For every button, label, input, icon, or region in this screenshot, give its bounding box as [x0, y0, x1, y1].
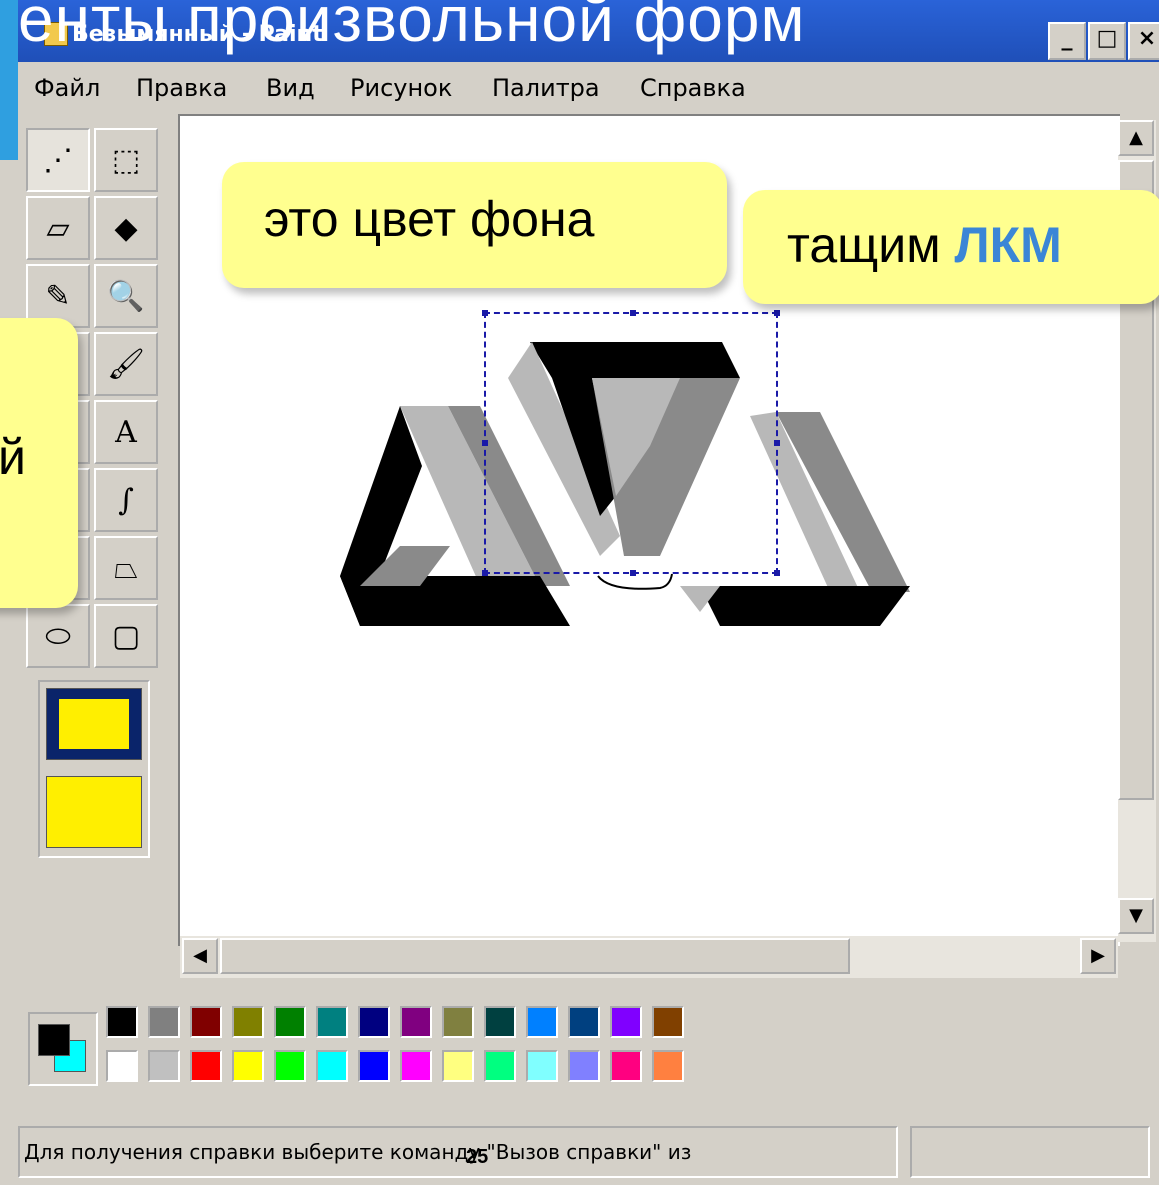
polygon-icon: ⏢: [114, 550, 138, 586]
callout-drag: тащим ЛКМ: [743, 190, 1159, 304]
slide-number: 25: [466, 1146, 489, 1168]
callout-drag-key: ЛКМ: [954, 217, 1062, 273]
free-select-icon: ⋰: [43, 142, 73, 178]
resize-handle-br[interactable]: [774, 570, 780, 576]
ellipse-icon: ⬭: [45, 618, 71, 654]
rounded-rect-tool[interactable]: ▢: [94, 604, 158, 668]
palette-swatch[interactable]: [316, 1050, 348, 1082]
palette-swatch[interactable]: [106, 1006, 138, 1038]
fill-tool[interactable]: ◆: [94, 196, 158, 260]
horizontal-scrollbar[interactable]: ◀ ▶: [180, 936, 1118, 978]
ellipse-tool[interactable]: ⬭: [26, 604, 90, 668]
status-text: Для получения справки выберите команду "…: [24, 1140, 692, 1164]
palette-swatch[interactable]: [358, 1006, 390, 1038]
menu-view[interactable]: Вид: [266, 74, 315, 102]
opaque-selection-option[interactable]: [46, 688, 142, 760]
palette-swatch[interactable]: [232, 1050, 264, 1082]
scroll-left-arrow-icon[interactable]: ◀: [182, 938, 218, 974]
palette-swatch[interactable]: [232, 1006, 264, 1038]
palette-swatch[interactable]: [484, 1006, 516, 1038]
callout-drag-prefix: тащим: [787, 217, 955, 273]
menu-palette[interactable]: Палитра: [492, 74, 600, 102]
status-bar: Для получения справки выберите команду "…: [18, 1116, 1159, 1185]
menu-bar: Файл Правка Вид Рисунок Палитра Справка: [18, 62, 1159, 114]
slide-title-fragment: енты произвольной форм: [18, 0, 806, 55]
magnifier-tool[interactable]: 🔍: [94, 264, 158, 328]
palette-swatch[interactable]: [190, 1006, 222, 1038]
palette-swatches: [106, 1006, 706, 1090]
palette-swatch[interactable]: [190, 1050, 222, 1082]
palette-swatch[interactable]: [274, 1006, 306, 1038]
palette-swatch[interactable]: [274, 1050, 306, 1082]
callout-left: й: [0, 318, 78, 608]
palette-swatch[interactable]: [526, 1006, 558, 1038]
curve-icon: ∫: [118, 482, 134, 518]
palette-swatch[interactable]: [610, 1050, 642, 1082]
maximize-button[interactable]: □: [1088, 22, 1126, 60]
scroll-up-arrow-icon[interactable]: ▲: [1118, 120, 1154, 156]
resize-handle-l[interactable]: [482, 440, 488, 446]
menu-help[interactable]: Справка: [640, 74, 746, 102]
transparency-options: [38, 680, 150, 858]
palette-swatch[interactable]: [148, 1006, 180, 1038]
status-cell-coords: [910, 1126, 1150, 1178]
menu-file[interactable]: Файл: [34, 74, 100, 102]
slide-edge-strip: [0, 0, 18, 160]
scroll-right-arrow-icon[interactable]: ▶: [1080, 938, 1116, 974]
minimize-button[interactable]: _: [1048, 22, 1086, 60]
curve-tool[interactable]: ∫: [94, 468, 158, 532]
eraser-tool[interactable]: ▱: [26, 196, 90, 260]
resize-handle-r[interactable]: [774, 440, 780, 446]
transparent-selection-option[interactable]: [46, 776, 142, 848]
palette-swatch[interactable]: [652, 1050, 684, 1082]
fill-icon: ◆: [114, 210, 138, 246]
palette-swatch[interactable]: [442, 1050, 474, 1082]
palette-swatch[interactable]: [568, 1050, 600, 1082]
eraser-icon: ▱: [46, 210, 70, 246]
palette-swatch[interactable]: [106, 1050, 138, 1082]
foreground-color-swatch: [38, 1024, 70, 1056]
menu-image[interactable]: Рисунок: [350, 74, 452, 102]
free-select-tool[interactable]: ⋰: [26, 128, 90, 192]
palette-swatch[interactable]: [358, 1050, 390, 1082]
annotation-brace: [597, 573, 673, 590]
palette-swatch[interactable]: [484, 1050, 516, 1082]
horizontal-scroll-thumb[interactable]: [220, 938, 850, 974]
resize-handle-tr[interactable]: [774, 310, 780, 316]
polygon-tool[interactable]: ⏢: [94, 536, 158, 600]
palette-swatch[interactable]: [316, 1006, 348, 1038]
palette-swatch[interactable]: [148, 1050, 180, 1082]
current-colors: [28, 1012, 98, 1086]
resize-handle-bl[interactable]: [482, 570, 488, 576]
palette-swatch[interactable]: [652, 1006, 684, 1038]
magnifier-icon: 🔍: [107, 278, 145, 314]
title-bar: Безымянный - Paint енты произвольной фор…: [18, 0, 1159, 62]
resize-handle-tl[interactable]: [482, 310, 488, 316]
rounded-rect-icon: ▢: [111, 618, 141, 654]
text-tool[interactable]: A: [94, 400, 158, 464]
palette-swatch[interactable]: [400, 1006, 432, 1038]
callout-background-text: это цвет фона: [264, 191, 595, 247]
palette-swatch[interactable]: [442, 1006, 474, 1038]
brush-tool[interactable]: 🖌: [94, 332, 158, 396]
brush-icon: 🖌: [106, 346, 146, 382]
selection-rectangle[interactable]: [482, 310, 780, 576]
resize-handle-b[interactable]: [630, 570, 636, 576]
menu-edit[interactable]: Правка: [136, 74, 227, 102]
callout-left-text: й: [0, 429, 26, 485]
eyedropper-icon: ✎: [45, 278, 71, 314]
close-button[interactable]: ×: [1128, 22, 1159, 60]
rect-select-tool[interactable]: ⬚: [94, 128, 158, 192]
palette-swatch[interactable]: [610, 1006, 642, 1038]
palette-swatch[interactable]: [568, 1006, 600, 1038]
resize-handle-t[interactable]: [630, 310, 636, 316]
palette-swatch[interactable]: [400, 1050, 432, 1082]
callout-background-color: это цвет фона: [222, 162, 727, 288]
callout-drag-text: тащим ЛКМ: [787, 216, 1062, 274]
palette-swatch[interactable]: [526, 1050, 558, 1082]
opaque-selection-icon: [59, 699, 129, 749]
rect-select-icon: ⬚: [111, 142, 141, 178]
text-icon: A: [115, 414, 137, 450]
scroll-down-arrow-icon[interactable]: ▼: [1118, 898, 1154, 934]
